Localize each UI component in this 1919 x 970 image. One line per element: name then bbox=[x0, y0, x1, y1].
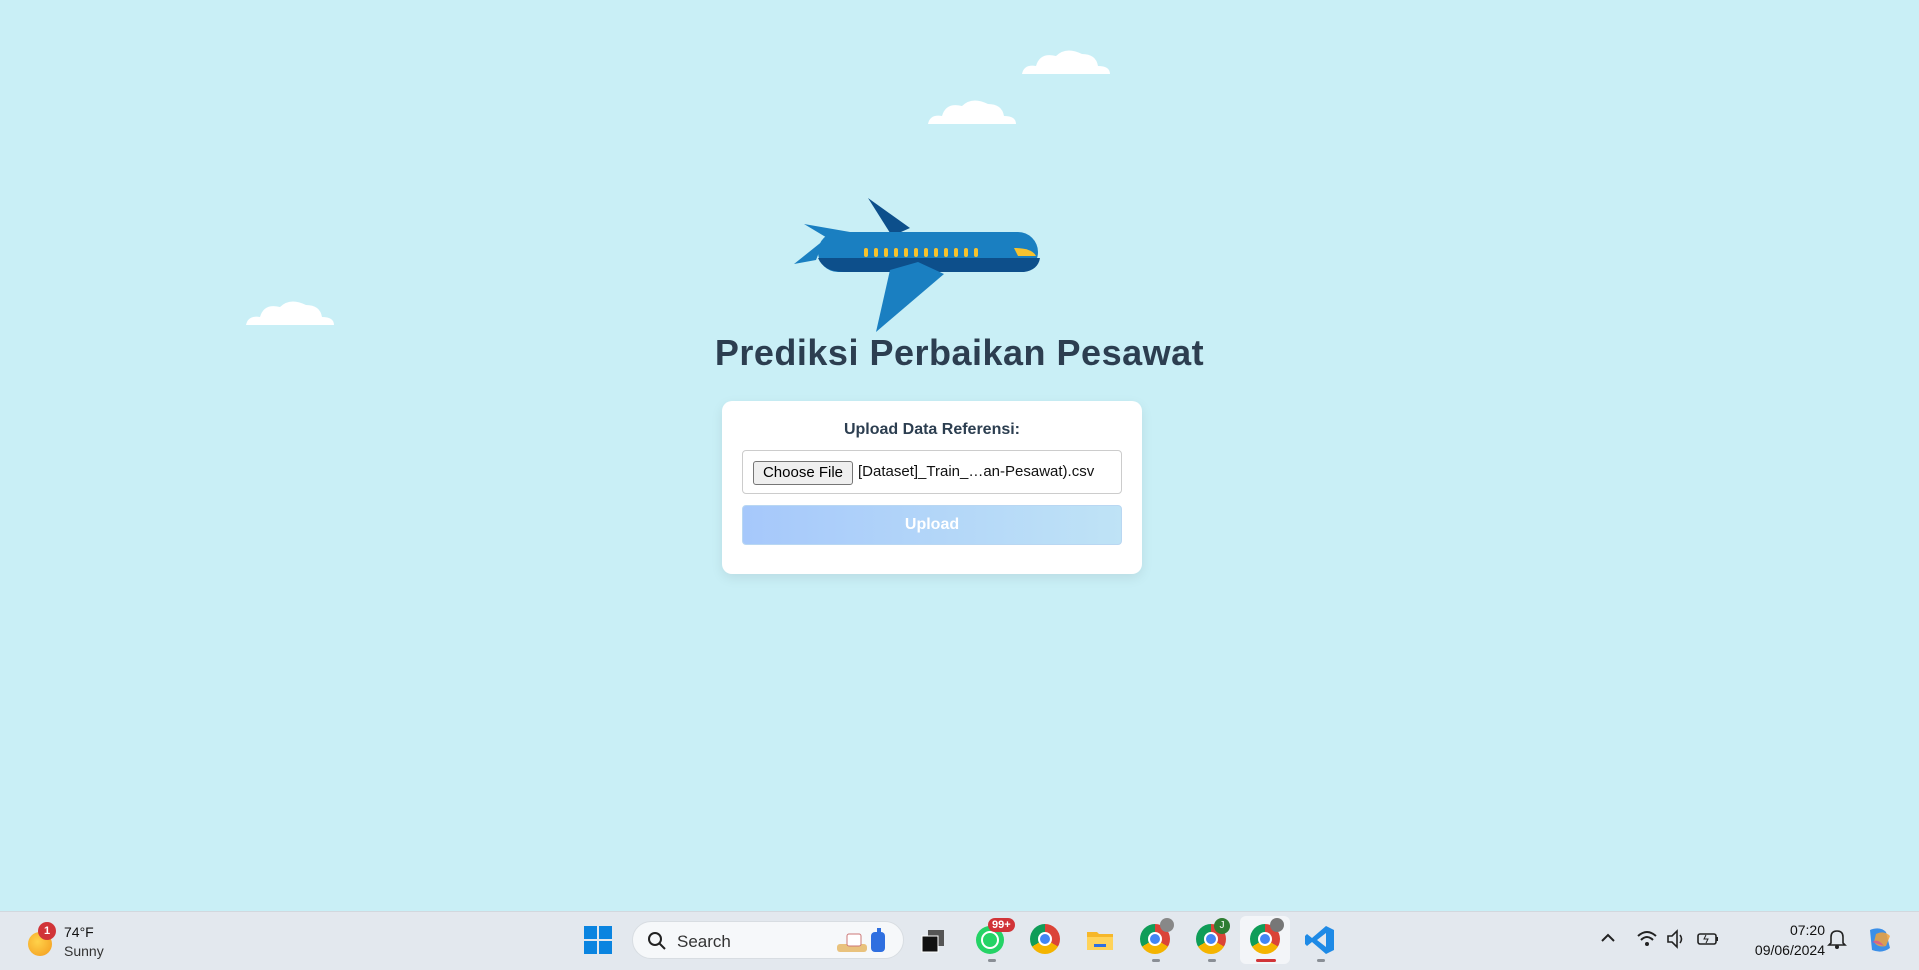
battery-icon[interactable] bbox=[1696, 928, 1720, 950]
choose-file-button[interactable]: Choose File bbox=[753, 461, 853, 485]
page-title: Prediksi Perbaikan Pesawat bbox=[714, 332, 1205, 373]
notification-bell-icon[interactable] bbox=[1826, 928, 1848, 950]
clock-time[interactable]: 07:20 bbox=[1790, 922, 1825, 938]
profile-avatar bbox=[1160, 918, 1174, 932]
taskbar: 1 74°F Sunny Search 99+ J 07:20 09/06/20… bbox=[0, 911, 1919, 970]
upload-label: Upload Data Referensi: bbox=[843, 421, 1021, 438]
active-indicator bbox=[1256, 959, 1276, 962]
running-indicator bbox=[1152, 959, 1160, 962]
airplane-illustration bbox=[794, 198, 1040, 332]
selected-file-name: [Dataset]_Train_…an-Pesawat).csv bbox=[858, 463, 1095, 480]
windows-start-icon[interactable] bbox=[582, 924, 618, 960]
search-highlight-icon bbox=[837, 928, 885, 952]
wifi-icon[interactable] bbox=[1636, 928, 1658, 950]
running-indicator bbox=[1208, 959, 1216, 962]
cloud-decoration bbox=[246, 301, 334, 325]
vscode-icon[interactable] bbox=[1304, 924, 1340, 960]
volume-icon[interactable] bbox=[1666, 928, 1688, 950]
cloud-decoration bbox=[1022, 50, 1110, 74]
profile-avatar bbox=[1270, 918, 1284, 932]
profile-badge-j: J bbox=[1214, 918, 1230, 934]
task-view-icon[interactable] bbox=[918, 924, 954, 960]
clock-date[interactable]: 09/06/2024 bbox=[1755, 942, 1825, 958]
weather-temp: 74°F bbox=[64, 924, 94, 940]
chrome-active-icon[interactable] bbox=[1250, 918, 1286, 960]
whatsapp-badge: 99+ bbox=[988, 918, 1015, 932]
whatsapp-icon[interactable]: 99+ bbox=[974, 918, 1015, 960]
taskbar-search[interactable]: Search bbox=[632, 921, 904, 959]
upload-button[interactable]: Upload bbox=[742, 505, 1122, 545]
copilot-icon[interactable] bbox=[1864, 924, 1896, 956]
chrome-profile-icon[interactable] bbox=[1140, 918, 1176, 960]
file-input[interactable]: Choose File [Dataset]_Train_…an-Pesawat)… bbox=[742, 450, 1122, 494]
weather-badge: 1 bbox=[38, 922, 56, 940]
search-icon bbox=[648, 932, 666, 950]
search-placeholder: Search bbox=[677, 932, 731, 951]
chevron-up-icon[interactable] bbox=[1598, 928, 1618, 948]
upload-card: Upload Data Referensi: Choose File [Data… bbox=[722, 401, 1142, 574]
weather-condition: Sunny bbox=[64, 943, 104, 959]
cloud-decoration bbox=[928, 100, 1016, 124]
chrome-profile-j-icon[interactable]: J bbox=[1196, 918, 1232, 960]
running-indicator bbox=[1317, 959, 1325, 962]
file-explorer-icon[interactable] bbox=[1084, 924, 1120, 960]
running-indicator bbox=[988, 959, 996, 962]
weather-widget[interactable]: 1 74°F Sunny bbox=[24, 922, 134, 962]
chrome-icon[interactable] bbox=[1030, 924, 1066, 960]
